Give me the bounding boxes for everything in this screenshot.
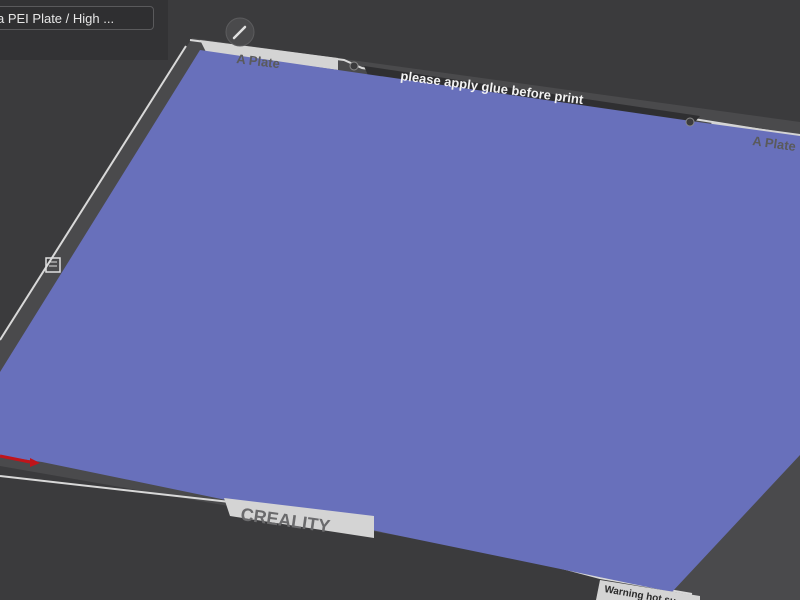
plate-type-dropdown[interactable]: a PEI Plate / High ... <box>0 6 154 30</box>
frame-screw <box>685 117 695 127</box>
edit-plate-button[interactable] <box>225 17 255 47</box>
build-plate-view[interactable]: A Plate A Plate please apply glue before… <box>0 0 800 600</box>
3d-viewport[interactable]: A Plate A Plate please apply glue before… <box>0 0 800 600</box>
frame-screw <box>349 61 359 71</box>
bed-surface[interactable] <box>0 50 800 592</box>
